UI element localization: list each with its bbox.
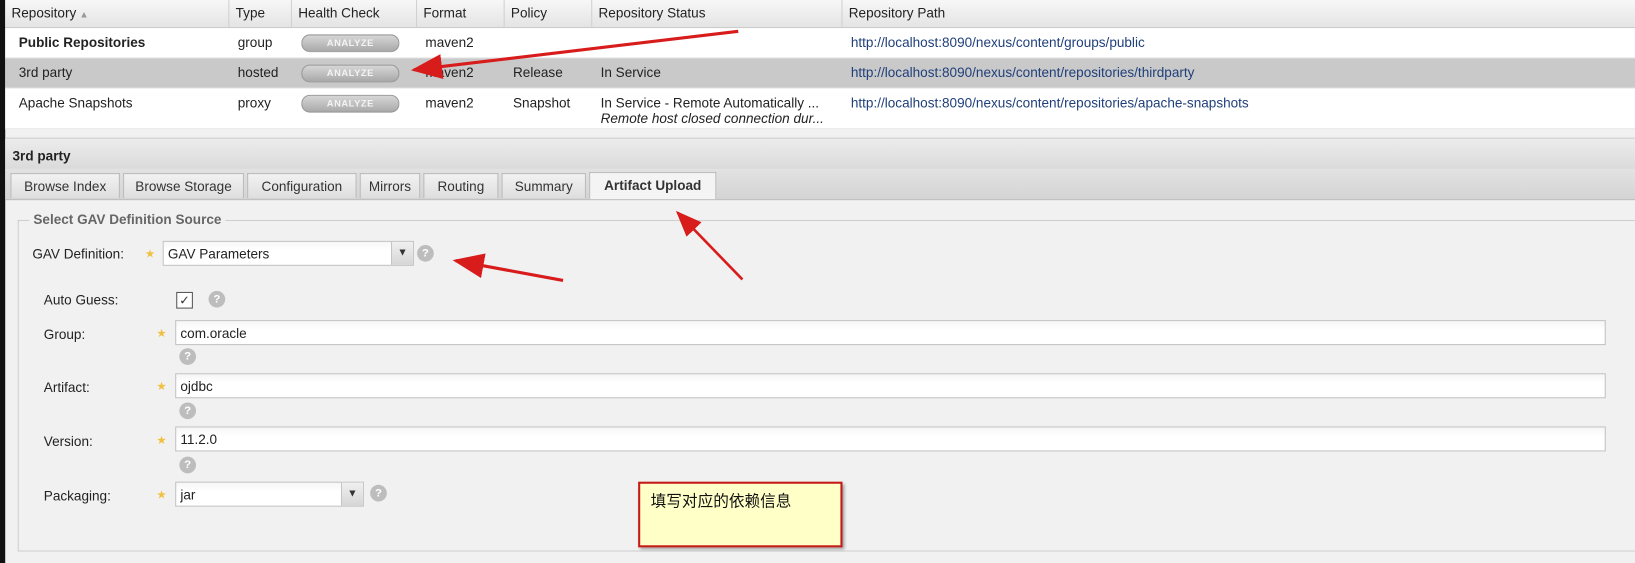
tab-bar: Browse Index Browse Storage Configuratio… (5, 168, 1635, 201)
group-input[interactable]: com.oracle (175, 320, 1606, 346)
help-icon[interactable]: ? (179, 348, 197, 365)
packaging-label: Packaging: (43, 487, 111, 504)
repo-status-detail: Remote host closed connection dur... (600, 110, 824, 127)
repo-name: Apache Snapshots (18, 94, 133, 111)
help-icon[interactable]: ? (370, 484, 387, 502)
version-input[interactable]: 11.2.0 (175, 426, 1606, 452)
repo-path-link[interactable]: http://localhost:8090/nexus/content/repo… (843, 95, 1249, 111)
repo-policy: Snapshot (513, 94, 571, 111)
group-label: Group: (43, 326, 86, 342)
required-star-icon: ★ (156, 434, 167, 448)
repo-format: maven2 (425, 94, 474, 111)
artifact-label: Artifact: (43, 379, 90, 396)
repo-format: maven2 (425, 34, 474, 51)
gav-definition-select[interactable]: GAV Parameters ▼ (162, 240, 414, 266)
analyze-button[interactable]: ANALYZE (301, 34, 400, 53)
column-header-status[interactable]: Repository Status (592, 0, 843, 28)
repo-type: proxy (237, 94, 271, 111)
table-row-selected[interactable]: 3rd party hosted ANALYZE maven2 Release … (5, 58, 1635, 89)
annotation-note: 填写对应的依赖信息 (638, 481, 843, 548)
table-row[interactable]: Public Repositories group ANALYZE maven2… (5, 28, 1635, 59)
grid-header: Repository ▲ Type Health Check Format Pol… (5, 0, 1635, 29)
chevron-down-icon[interactable]: ▼ (340, 482, 363, 506)
help-icon[interactable]: ? (179, 402, 197, 420)
panel-header: 3rd party (5, 137, 1635, 170)
tab-browse-index[interactable]: Browse Index (10, 173, 120, 199)
column-header-type[interactable]: Type (229, 0, 292, 28)
required-star-icon: ★ (144, 248, 156, 261)
repo-type: hosted (237, 64, 279, 81)
auto-guess-label: Auto Guess: (43, 291, 119, 308)
table-row[interactable]: Apache Snapshots proxy ANALYZE maven2 Sn… (5, 88, 1635, 130)
repo-status: In Service - Remote Automatically ... (600, 94, 820, 111)
gav-definition-label: GAV Definition: (32, 246, 124, 262)
tab-summary[interactable]: Summary (501, 173, 586, 199)
tab-routing[interactable]: Routing (423, 173, 499, 199)
column-header-repository[interactable]: Repository ▲ (5, 0, 230, 28)
repo-type: group (237, 34, 273, 51)
help-icon[interactable]: ? (179, 456, 197, 474)
analyze-button[interactable]: ANALYZE (301, 94, 400, 113)
repo-format: maven2 (425, 64, 474, 81)
required-star-icon: ★ (156, 380, 167, 394)
chevron-down-icon[interactable]: ▼ (391, 241, 413, 265)
repo-status: In Service (600, 64, 661, 81)
required-star-icon: ★ (156, 488, 167, 502)
tab-mirrors[interactable]: Mirrors (359, 173, 421, 199)
required-star-icon: ★ (156, 327, 167, 340)
packaging-select[interactable]: jar ▼ (175, 481, 364, 507)
repo-path-link[interactable]: http://localhost:8090/nexus/content/grou… (843, 34, 1145, 50)
gav-definition-value: GAV Parameters (167, 246, 270, 262)
repo-path-link[interactable]: http://localhost:8090/nexus/content/repo… (843, 65, 1195, 81)
sort-ascending-icon: ▲ (79, 9, 89, 20)
tab-configuration[interactable]: Configuration (247, 173, 357, 199)
column-header-health-check[interactable]: Health Check (292, 0, 418, 28)
panel-title: 3rd party (12, 148, 71, 164)
column-header-format[interactable]: Format (417, 0, 505, 28)
column-header-policy[interactable]: Policy (505, 0, 593, 28)
auto-guess-checkbox[interactable]: ✓ (176, 291, 193, 309)
repo-policy: Release (513, 64, 563, 81)
repo-name: Public Repositories (18, 34, 146, 51)
tab-artifact-upload[interactable]: Artifact Upload (589, 172, 717, 200)
fieldset-legend: Select GAV Definition Source (29, 211, 226, 228)
packaging-value: jar (180, 486, 196, 503)
tab-browse-storage[interactable]: Browse Storage (123, 173, 244, 199)
repository-grid: Repository ▲ Type Health Check Format Pol… (5, 0, 1635, 130)
repo-name: 3rd party (18, 64, 73, 81)
column-label: Repository (11, 5, 77, 21)
column-header-path[interactable]: Repository Path (843, 0, 1635, 27)
artifact-input[interactable]: ojdbc (175, 373, 1606, 399)
help-icon[interactable]: ? (417, 245, 434, 262)
help-icon[interactable]: ? (208, 290, 226, 308)
version-label: Version: (43, 433, 93, 450)
analyze-button[interactable]: ANALYZE (301, 64, 400, 83)
